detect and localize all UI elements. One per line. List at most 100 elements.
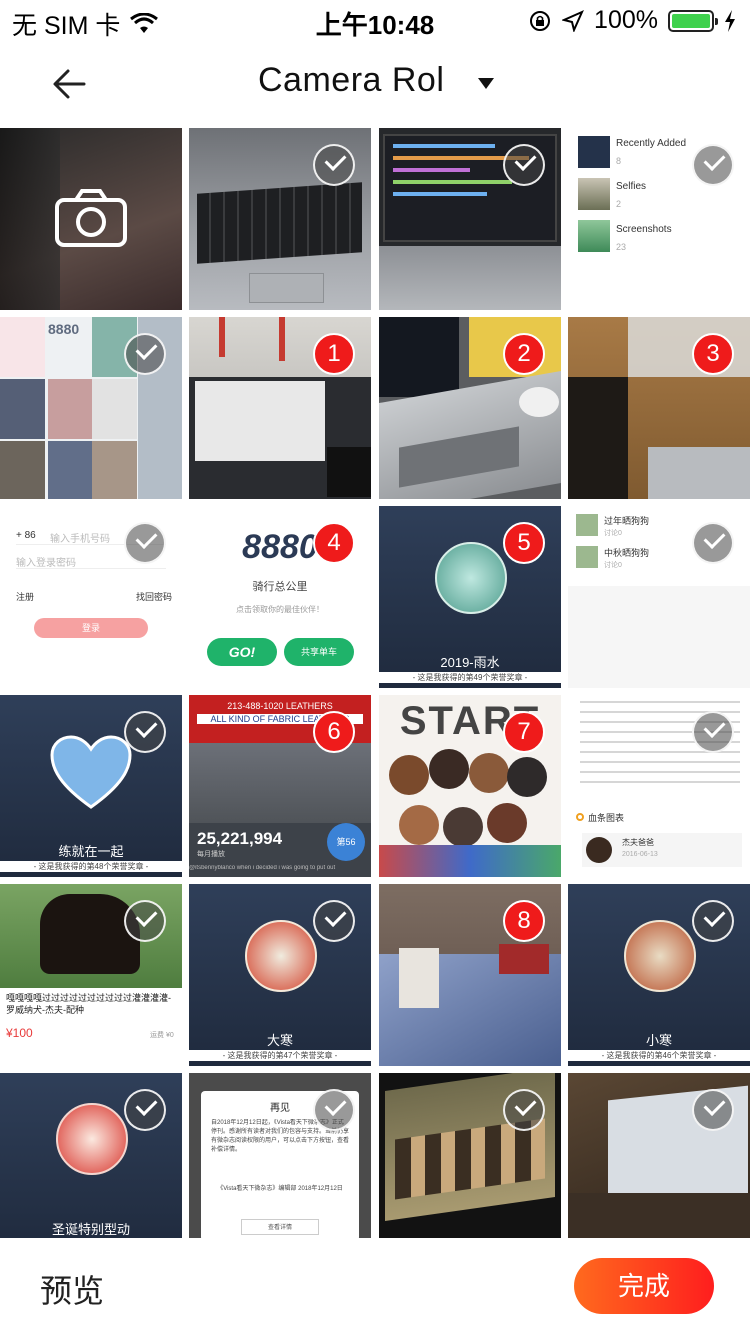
caret-down-icon[interactable]: [478, 78, 494, 89]
badge-title: 圣诞特别型动: [51, 1222, 130, 1237]
unselected-check-icon[interactable]: [692, 900, 734, 942]
album-count: 23: [616, 242, 627, 252]
go-button-preview: GO!: [207, 638, 277, 666]
forgot-link: 找回密码: [136, 592, 173, 602]
post-caption: @itsbennyblanco when i decided i was goi…: [189, 865, 336, 871]
photo-thumbnail[interactable]: 1: [189, 317, 371, 499]
status-bar: 无 SIM 卡 上午10:48 100%: [0, 0, 750, 40]
photo-thumbnail[interactable]: [189, 128, 371, 310]
badge-title: 大寒: [266, 1033, 293, 1048]
tv-screen-photo[interactable]: [379, 1073, 561, 1238]
back-arrow-icon[interactable]: [48, 62, 92, 106]
battery-percent: 100%: [594, 6, 658, 34]
unselected-check-icon[interactable]: [124, 900, 166, 942]
dialog-button: 查看详情: [241, 1219, 319, 1235]
selection-number-badge[interactable]: 8: [503, 900, 545, 942]
unselected-check-icon[interactable]: [503, 144, 545, 186]
preview-button[interactable]: 预览: [40, 1266, 104, 1312]
album-count: 2: [616, 199, 622, 209]
rotation-lock-icon: [530, 10, 551, 31]
unselected-check-icon[interactable]: [313, 144, 355, 186]
nav-bar: Camera Rol: [0, 40, 750, 128]
charging-icon: [725, 9, 735, 32]
badge-screenshot[interactable]: 2019-雨水 - 这是我获得的第49个荣誉奖章 - 5: [379, 506, 561, 688]
album-title[interactable]: Camera Rol: [258, 61, 444, 100]
unselected-check-icon[interactable]: [313, 900, 355, 942]
listing-price: ¥100: [6, 1026, 33, 1040]
camera-icon[interactable]: [54, 188, 128, 248]
badge-screenshot[interactable]: 小寒 - 这是我获得的第46个荣誉奖章 -: [568, 884, 750, 1066]
badge-screenshot[interactable]: 圣诞特别型动: [0, 1073, 182, 1238]
rank-badge: 第56: [327, 823, 365, 861]
share-button-preview: 共享单车: [284, 638, 354, 666]
photo-grid: Recently Added 8 Selfies 2 Screenshots 2…: [0, 128, 750, 1238]
phone-placeholder: 输入手机号码: [50, 534, 110, 545]
forum-topic: 中秋晒狗狗: [604, 548, 650, 558]
forum-count: 讨论0: [604, 530, 622, 537]
store-sign-line1: 213-488-1020 LEATHERS: [227, 701, 333, 711]
badge-caption: - 这是我获得的第49个荣誉奖章 -: [379, 672, 561, 683]
badge-title: 练就在一起: [58, 844, 124, 859]
shipping-fee: 运费 ¥0: [150, 1032, 174, 1039]
album-count: 8: [616, 156, 622, 166]
album-name: Screenshots: [616, 224, 672, 235]
section-title: 血条图表: [588, 813, 625, 823]
article-date: 2016-06-13: [622, 851, 658, 858]
badge-title: 2019-雨水: [440, 655, 500, 670]
camera-tile[interactable]: [0, 128, 182, 310]
register-link: 注册: [16, 592, 35, 602]
unselected-check-icon[interactable]: [124, 1089, 166, 1131]
heart-badge-icon: [50, 735, 132, 809]
selection-number-badge[interactable]: 1: [313, 333, 355, 375]
author-name: 杰夫爸爸: [622, 838, 654, 847]
selection-number-badge[interactable]: 7: [503, 711, 545, 753]
selection-number-badge[interactable]: 2: [503, 333, 545, 375]
unselected-check-icon[interactable]: [503, 1089, 545, 1131]
unselected-check-icon[interactable]: [692, 711, 734, 753]
location-icon: [562, 9, 585, 32]
selection-number-badge[interactable]: 4: [313, 522, 355, 564]
country-code: + 86: [16, 530, 36, 541]
badge-screenshot[interactable]: 练就在一起 - 这是我获得的第48个荣誉奖章 -: [0, 695, 182, 877]
badge-screenshot[interactable]: 大寒 - 这是我获得的第47个荣誉奖章 -: [189, 884, 371, 1066]
selection-number-badge[interactable]: 5: [503, 522, 545, 564]
listing-title: 嘎嘎嘎嘎过过过过过过过过过过灌灌灌灌-罗威纳犬-杰夫-配种: [6, 993, 171, 1015]
distance-label: 骑行总公里: [252, 581, 308, 593]
forum-topic: 过年晒狗狗: [604, 516, 650, 526]
play-count-label: 每月播放: [197, 851, 225, 858]
article-screenshot[interactable]: 血条图表 杰夫爸爸 2016-06-13: [568, 695, 750, 877]
photo-thumbnail[interactable]: 3: [568, 317, 750, 499]
selection-number-badge[interactable]: 3: [692, 333, 734, 375]
farewell-dialog-screenshot[interactable]: 再见 自2018年12月12日起，《Vista看天下微杂志》正式停刊。感谢所有读…: [189, 1073, 371, 1238]
bottom-toolbar: 预览 完成: [0, 1238, 750, 1334]
unselected-check-icon[interactable]: [124, 333, 166, 375]
done-button[interactable]: 完成: [574, 1258, 714, 1314]
photo-thumbnail[interactable]: [379, 128, 561, 310]
unselected-check-icon[interactable]: [692, 144, 734, 186]
album-list-screenshot[interactable]: Recently Added 8 Selfies 2 Screenshots 2…: [568, 128, 750, 310]
password-placeholder: 输入登录密码: [16, 558, 76, 569]
badge-title: 小寒: [645, 1033, 672, 1048]
unselected-check-icon[interactable]: [124, 522, 166, 564]
login-screenshot[interactable]: + 86 输入手机号码 输入登录密码 注册 找回密码 登录: [0, 506, 182, 688]
photo-thumbnail[interactable]: 2: [379, 317, 561, 499]
collage-screenshot[interactable]: 8880: [0, 317, 182, 499]
unselected-check-icon[interactable]: [313, 1089, 355, 1131]
badge-caption: - 这是我获得的第47个荣誉奖章 -: [189, 1050, 371, 1061]
app-screenshot-8880[interactable]: 8880 骑行总公里 点击领取你的最佳伙伴！ GO! 共享单车 4: [189, 506, 371, 688]
status-right: 100%: [528, 6, 736, 35]
anime-art-thumbnail[interactable]: START 7: [379, 695, 561, 877]
unselected-check-icon[interactable]: [124, 711, 166, 753]
selection-number-badge[interactable]: 6: [313, 711, 355, 753]
unselected-check-icon[interactable]: [692, 522, 734, 564]
unselected-check-icon[interactable]: [692, 1089, 734, 1131]
forum-screenshot[interactable]: 过年晒狗狗 讨论0 中秋晒狗狗 讨论0: [568, 506, 750, 688]
street-photo-screenshot[interactable]: 213-488-1020 LEATHERS ALL KIND OF FABRIC…: [189, 695, 371, 877]
badge-caption: - 这是我获得的第46个荣誉奖章 -: [568, 1050, 750, 1061]
login-button-preview: 登录: [34, 618, 148, 638]
invite-text: 点击领取你的最佳伙伴！: [236, 605, 324, 614]
dog-listing-screenshot[interactable]: 嘎嘎嘎嘎过过过过过过过过过过灌灌灌灌-罗威纳犬-杰夫-配种 ¥100 运费 ¥0: [0, 884, 182, 1066]
play-count: 25,221,994: [197, 829, 283, 848]
photo-thumbnail[interactable]: 8: [379, 884, 561, 1066]
photo-thumbnail[interactable]: [568, 1073, 750, 1238]
